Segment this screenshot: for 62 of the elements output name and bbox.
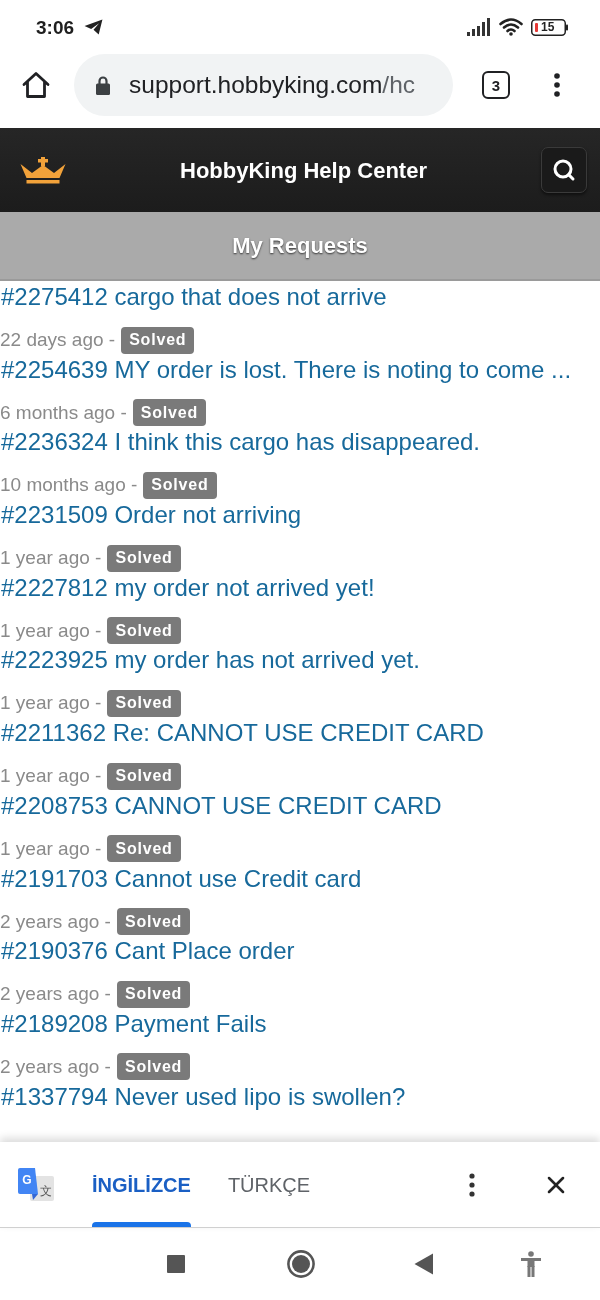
request-age: 1 year ago - [0,692,102,715]
url-text: support.hobbyking.com/hc [129,72,415,98]
request-age: 22 days ago - [0,329,116,351]
wifi-icon [499,18,523,36]
signal-icon [467,18,491,36]
square-icon [167,1255,185,1273]
battery-icon [531,18,568,36]
site-title: HobbyKing Help Center [180,156,427,185]
request-link[interactable]: #2223925 my order has not arrived yet. [1,646,420,675]
status-badge: Solved [107,762,181,790]
request-link[interactable]: #2227812 my order not arrived yet! [1,573,375,602]
request-age: 2 years ago - [0,910,111,933]
more-vertical-icon [469,1172,475,1197]
request-age: 2 years ago - [0,983,111,1006]
request-link[interactable]: #2191703 Cannot use Credit card [1,864,362,893]
section-title: My Requests [232,232,368,260]
request-link[interactable]: #2190376 Cant Place order [1,937,295,966]
request-link[interactable]: #2208753 CANNOT USE CREDIT CARD [1,791,442,820]
language-tab[interactable]: İNGİLİZCE [89,1142,194,1227]
request-link[interactable]: #2231509 Order not arriving [1,501,302,530]
battery-percent: 15 [541,21,555,33]
request-link[interactable]: #2211362 Re: CANNOT USE CREDIT CARD [1,719,484,748]
lock-icon [96,75,110,95]
status-badge: Solved [116,1053,191,1081]
request-age: 1 year ago - [0,619,102,642]
request-age: 1 year ago - [0,547,102,570]
status-badge: Solved [107,835,181,863]
search-icon [552,158,576,182]
paper-plane-icon [84,19,104,35]
request-link[interactable]: #2189208 Payment Fails [1,1009,267,1038]
request-age: 1 year ago - [0,765,102,788]
status-badge: Solved [107,617,181,645]
circle-icon [287,1250,315,1278]
status-badge: Solved [116,908,191,935]
home-icon [22,71,50,99]
crown-icon[interactable] [20,156,66,184]
tab-count-button[interactable]: 3 [482,71,510,99]
status-badge: Solved [121,326,195,354]
more-vertical-icon [554,73,560,97]
search-button[interactable] [541,147,587,193]
status-badge: Solved [143,471,217,499]
request-link[interactable]: #2236324 I think this cargo has disappeared. [1,428,480,457]
request-link[interactable]: #1337794 Never used lipo is swollen? [1,1082,406,1111]
status-time: 3:06 [36,17,75,37]
language-tab[interactable]: TÜRKÇE [224,1142,314,1227]
request-link[interactable]: #2275412 cargo that does not arrive [1,283,387,311]
accessibility-button[interactable] [521,1251,541,1277]
request-age: 2 years ago - [0,1055,111,1078]
back-triangle-icon [414,1253,434,1275]
request-age: 1 year ago - [0,837,102,860]
request-age: 10 months ago - [0,474,138,497]
back-button[interactable] [414,1253,434,1275]
request-link[interactable]: #2254639 MY order is lost. There is noting to come ... [1,355,572,384]
status-badge: Solved [116,980,191,1008]
home-button[interactable] [22,71,50,99]
status-badge: Solved [107,544,181,572]
accessibility-icon [521,1251,541,1277]
home-nav-button[interactable] [287,1250,315,1278]
request-age: 6 months ago - [0,401,127,424]
address-bar[interactable]: support.hobbyking.com/hc [74,54,453,116]
status-badge: Solved [132,399,206,427]
status-badge: Solved [107,689,181,717]
